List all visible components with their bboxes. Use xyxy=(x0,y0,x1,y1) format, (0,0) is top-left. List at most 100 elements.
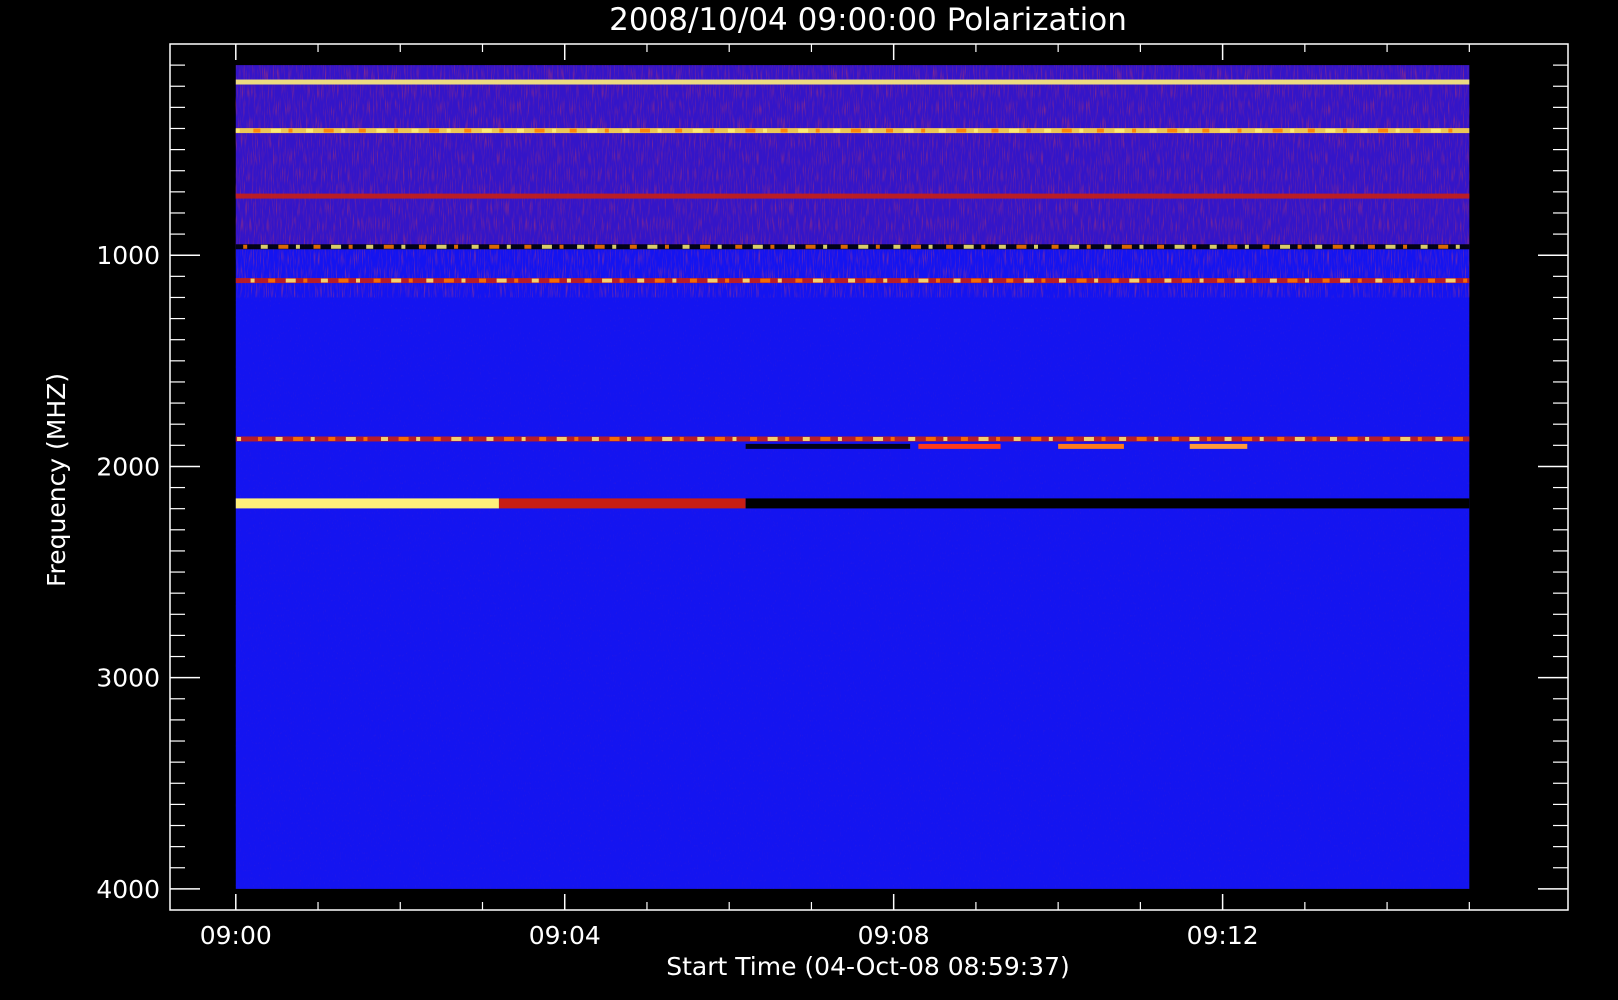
heatmap-feature xyxy=(1244,244,1249,249)
heatmap-feature xyxy=(1171,436,1179,441)
heatmap-feature xyxy=(875,244,880,249)
x-tick-label: 09:04 xyxy=(529,921,601,950)
noise-band-lower xyxy=(235,297,1470,889)
heatmap-feature xyxy=(524,244,532,249)
heatmap-feature xyxy=(549,278,560,283)
heatmap-feature xyxy=(358,128,366,133)
heatmap-feature xyxy=(591,436,599,441)
heatmap-feature xyxy=(622,128,630,133)
heatmap-feature xyxy=(725,278,730,283)
heatmap-feature xyxy=(675,128,683,133)
heatmap-feature xyxy=(780,128,788,133)
heatmap-feature xyxy=(697,436,705,441)
heatmap-feature xyxy=(815,128,820,133)
heatmap-feature xyxy=(446,128,451,133)
heatmap-feature xyxy=(619,278,624,283)
heatmap-feature xyxy=(366,244,374,249)
heatmap-feature xyxy=(1061,128,1072,133)
heatmap-feature xyxy=(504,436,515,441)
heatmap-feature xyxy=(1114,128,1125,133)
heatmap-feature xyxy=(454,244,459,249)
heatmap-feature xyxy=(398,436,409,441)
y-tick-label: 4000 xyxy=(96,875,160,904)
heatmap-feature xyxy=(770,244,775,249)
heatmap-feature xyxy=(235,436,1470,442)
heatmap-feature xyxy=(288,128,293,133)
heatmap-feature xyxy=(411,128,419,133)
heatmap-feature xyxy=(534,128,545,133)
heatmap-feature xyxy=(1058,443,1124,449)
heatmap-feature xyxy=(629,244,637,249)
heatmap-feature xyxy=(1378,128,1389,133)
heatmap-feature xyxy=(521,436,526,441)
heatmap-feature xyxy=(373,278,381,283)
heatmap-feature xyxy=(383,244,394,249)
heatmap-feature xyxy=(1146,278,1151,283)
heatmap-feature xyxy=(348,244,353,249)
heatmap-feature xyxy=(830,278,835,283)
heatmap-feature xyxy=(391,278,402,283)
heatmap-feature xyxy=(1157,244,1165,249)
heatmap-feature xyxy=(306,128,314,133)
heatmap-feature xyxy=(672,278,677,283)
y-tick-label: 3000 xyxy=(96,664,160,693)
heatmap-feature xyxy=(657,128,662,133)
heatmap-feature xyxy=(278,244,289,249)
heatmap-feature xyxy=(237,436,242,441)
heatmap-feature xyxy=(1058,278,1066,283)
heatmap-feature xyxy=(235,193,1470,199)
heatmap-feature xyxy=(1096,128,1104,133)
heatmap-feature xyxy=(925,436,936,441)
heatmap-feature xyxy=(253,128,261,133)
heatmap-feature xyxy=(1041,278,1046,283)
heatmap-feature xyxy=(1403,244,1408,249)
heatmap-feature xyxy=(812,278,823,283)
x-axis-label: Start Time (04-Oct-08 08:59:37) xyxy=(666,952,1069,981)
heatmap-feature xyxy=(356,278,361,283)
heatmap-feature xyxy=(1350,244,1355,249)
heatmap-feature xyxy=(1009,128,1020,133)
heatmap-feature xyxy=(833,128,841,133)
heatmap-feature xyxy=(1202,128,1210,133)
heatmap-feature xyxy=(998,244,1006,249)
heatmap-feature xyxy=(303,278,308,283)
heatmap-feature xyxy=(1083,436,1094,441)
heatmap-feature xyxy=(1199,278,1204,283)
heatmap-feature xyxy=(689,278,697,283)
heatmap-feature xyxy=(1139,244,1144,249)
y-tick-label: 1000 xyxy=(96,241,160,270)
heatmap-feature xyxy=(268,278,276,283)
heatmap-feature xyxy=(1227,244,1238,249)
heatmap-feature xyxy=(1375,278,1383,283)
heatmap-feature xyxy=(310,436,315,441)
heatmap-feature xyxy=(584,278,592,283)
heatmap-feature xyxy=(795,278,803,283)
heatmap-feature xyxy=(1332,244,1343,249)
heatmap-feature xyxy=(559,244,564,249)
chart-title: 2008/10/04 09:00:00 Polarization xyxy=(609,2,1127,38)
heatmap-feature xyxy=(767,436,778,441)
heatmap-feature xyxy=(903,128,914,133)
heatmap-feature xyxy=(717,244,722,249)
heatmap-feature xyxy=(1315,244,1323,249)
heatmap-feature xyxy=(1167,128,1178,133)
heatmap-feature xyxy=(946,244,954,249)
heatmap-feature xyxy=(499,128,504,133)
heatmap-feature xyxy=(1307,128,1315,133)
heatmap-feature xyxy=(574,436,579,441)
heatmap-feature xyxy=(837,436,842,441)
heatmap-feature xyxy=(850,128,861,133)
heatmap-feature xyxy=(243,244,248,249)
heatmap-feature xyxy=(257,436,262,441)
heatmap-feature xyxy=(1280,244,1291,249)
heatmap-feature xyxy=(1031,436,1042,441)
heatmap-feature xyxy=(682,244,690,249)
heatmap-feature xyxy=(250,278,255,283)
heatmap-feature xyxy=(345,436,356,441)
heatmap-feature xyxy=(1262,244,1270,249)
heatmap-feature xyxy=(1066,436,1074,441)
heatmap-feature xyxy=(1034,244,1039,249)
heatmap-feature xyxy=(541,244,552,249)
heatmap-feature xyxy=(893,244,901,249)
heatmap-feature xyxy=(1224,436,1232,441)
